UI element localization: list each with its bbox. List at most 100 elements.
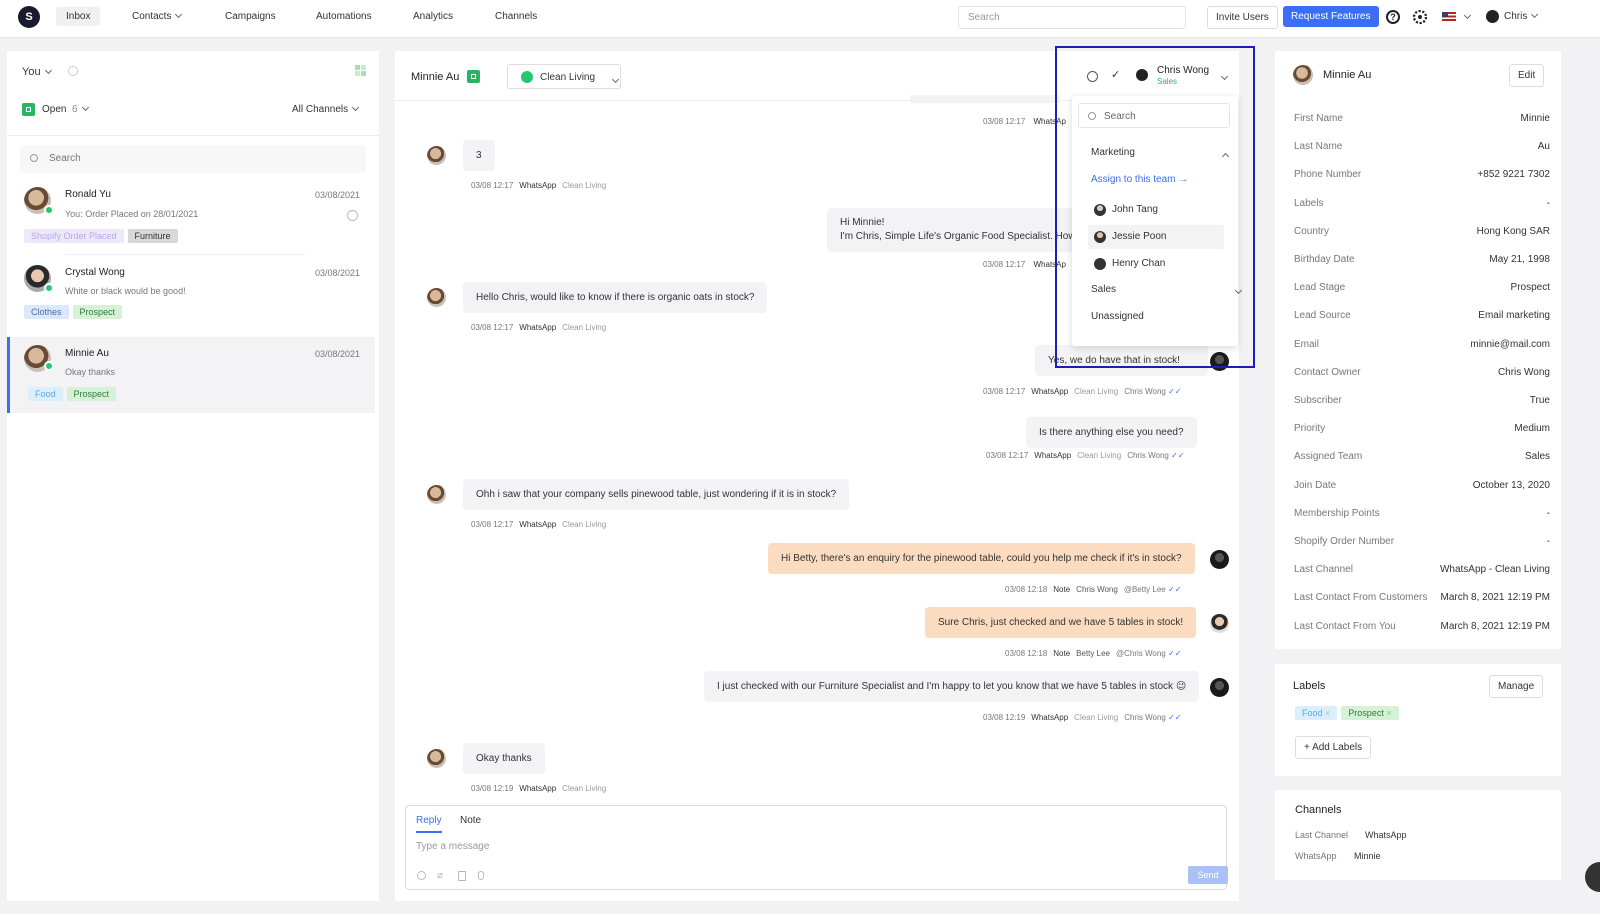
message-channel: WhatsApp [1031, 387, 1069, 396]
message-channel: WhatsApp [519, 323, 557, 332]
conversation-item[interactable]: Crystal Wong 03/08/2021 White or black w… [7, 256, 379, 328]
emoji-icon[interactable] [417, 871, 426, 880]
user-avatar[interactable] [1486, 10, 1499, 23]
nav-channels[interactable]: Channels [495, 11, 537, 22]
remove-icon[interactable]: × [1386, 708, 1391, 718]
contact-name: Crystal Wong [65, 267, 125, 278]
labels-panel: Labels Manage Food × Prospect × + Add Lab… [1275, 664, 1561, 776]
message-line: Hi Minnie! [840, 217, 885, 228]
template-icon[interactable] [458, 871, 466, 881]
request-features-button[interactable]: Request Features [1283, 6, 1379, 27]
message-bubble: Hello Chris, would like to know if there… [463, 282, 768, 313]
channel-select[interactable]: Clean Living [507, 64, 621, 89]
field-value[interactable]: March 8, 2021 12:19 PM [1440, 621, 1550, 632]
us-flag-icon[interactable] [1442, 12, 1456, 21]
field-value[interactable]: May 21, 1998 [1489, 254, 1550, 265]
open-count: 6 [72, 104, 78, 115]
top-nav: S Inbox Contacts Campaigns Automations A… [0, 0, 1600, 38]
open-status-icon[interactable] [467, 70, 480, 83]
nav-inbox[interactable]: Inbox [56, 7, 101, 26]
conversation-item[interactable]: Ronald Yu 03/08/2021 You: Order Placed o… [7, 179, 379, 255]
field-value[interactable]: Hong Kong SAR [1477, 226, 1550, 237]
whatsapp-icon [44, 361, 54, 371]
field-label: Last Contact From You [1294, 620, 1396, 632]
profile-field-row: Last Name Au [1294, 141, 1550, 152]
contact-name: Minnie Au [65, 348, 109, 359]
tab-reply[interactable]: Reply [416, 815, 442, 833]
edit-profile-button[interactable]: Edit [1509, 64, 1545, 87]
invite-users-button[interactable]: Invite Users [1207, 6, 1278, 29]
manage-labels-button[interactable]: Manage [1489, 675, 1544, 698]
message-time: 03/08 12:17 [983, 117, 1026, 126]
field-value[interactable]: minnie@mail.com [1470, 339, 1550, 350]
message-meta: 03/08 12:19 WhatsApp Clean Living [471, 784, 612, 793]
field-label: Lead Source [1294, 310, 1351, 322]
status-label: Open [42, 104, 67, 115]
field-value[interactable]: Medium [1514, 423, 1550, 434]
profile-field-row: Last Contact From You March 8, 2021 12:19… [1294, 621, 1550, 632]
read-check-icon: ✓✓ [1168, 713, 1182, 722]
field-value[interactable]: March 8, 2021 12:19 PM [1440, 592, 1550, 603]
field-value[interactable]: - [1547, 508, 1550, 519]
field-value[interactable]: October 13, 2020 [1473, 480, 1550, 491]
field-value[interactable]: Chris Wong [1498, 367, 1550, 378]
status-filter[interactable]: Open 6 [42, 103, 89, 115]
settings-gear-icon[interactable] [1412, 9, 1428, 25]
assignee-filter[interactable]: You [22, 66, 52, 78]
profile-name: Minnie Au [1323, 69, 1372, 81]
conversation-date: 03/08/2021 [315, 268, 361, 278]
label-food[interactable]: Food × [1295, 706, 1338, 720]
field-value[interactable]: +852 9221 7302 [1477, 169, 1550, 180]
conversation-search-input[interactable]: Search [20, 145, 366, 173]
nav-analytics[interactable]: Analytics [413, 11, 453, 22]
message-meta: 03/08 12:17 WhatsApp Clean Living Chris Won… [983, 387, 1182, 396]
message-bubble: Ohh i saw that your company sells pinewo… [463, 479, 850, 510]
message-bubble-partial [910, 95, 1060, 103]
whatsapp-icon [521, 71, 533, 83]
chevron-down-icon[interactable] [1463, 11, 1472, 20]
field-value[interactable]: Email marketing [1478, 310, 1550, 321]
channel-filter[interactable]: All Channels [292, 103, 360, 115]
field-value[interactable]: True [1530, 395, 1550, 406]
whatsapp-icon [44, 283, 54, 293]
field-value[interactable]: Sales [1525, 451, 1550, 462]
divider [7, 135, 379, 136]
nav-contacts[interactable]: Contacts [132, 10, 183, 22]
remove-icon[interactable]: × [1325, 708, 1330, 718]
label-prospect[interactable]: Prospect × [1341, 706, 1399, 720]
field-label: Subscriber [1294, 395, 1342, 406]
message-meta: 03/08 12:19 WhatsApp Clean Living Chris Won… [983, 713, 1182, 722]
message-channel: WhatsApp [519, 784, 557, 793]
info-icon[interactable] [68, 66, 78, 76]
nav-automations[interactable]: Automations [316, 11, 372, 22]
attachment-icon[interactable]: ⌀ [437, 870, 443, 881]
message-channel: Note [1053, 585, 1071, 594]
microphone-icon[interactable] [478, 871, 484, 880]
app-logo[interactable]: S [18, 6, 40, 28]
grid-view-icon[interactable] [355, 65, 366, 76]
chevron-down-icon [1531, 10, 1539, 19]
field-value[interactable]: - [1547, 536, 1550, 547]
add-labels-button[interactable]: + Add Labels [1295, 736, 1372, 759]
message-author: Chris Wong [1124, 387, 1166, 396]
message-subchannel: Clean Living [1074, 387, 1119, 396]
conversation-item-selected[interactable]: Minnie Au 03/08/2021 Okay thanks Food Pro… [7, 337, 375, 413]
help-icon[interactable]: ? [1386, 10, 1400, 24]
help-chat-launcher[interactable] [1585, 862, 1600, 892]
nav-campaigns[interactable]: Campaigns [225, 11, 276, 22]
message-input[interactable]: Type a message [416, 841, 489, 852]
chevron-down-icon [81, 103, 89, 112]
field-value[interactable]: Prospect [1511, 282, 1550, 293]
conversation-preview: You: Order Placed on 28/01/2021 [65, 209, 199, 219]
send-button[interactable]: Send [1188, 866, 1228, 884]
tab-note[interactable]: Note [460, 815, 481, 826]
field-value[interactable]: Au [1538, 141, 1550, 152]
chevron-down-icon [611, 75, 620, 84]
field-value[interactable]: - [1547, 198, 1550, 209]
user-name[interactable]: Chris [1504, 10, 1539, 22]
field-value[interactable]: WhatsApp - Clean Living [1440, 564, 1550, 575]
global-search-input[interactable]: Search [958, 6, 1186, 29]
field-value[interactable]: Minnie [1521, 113, 1550, 124]
message-subchannel: Clean Living [562, 323, 607, 332]
profile-field-row: Last Contact From Customers March 8, 2021… [1294, 592, 1550, 603]
